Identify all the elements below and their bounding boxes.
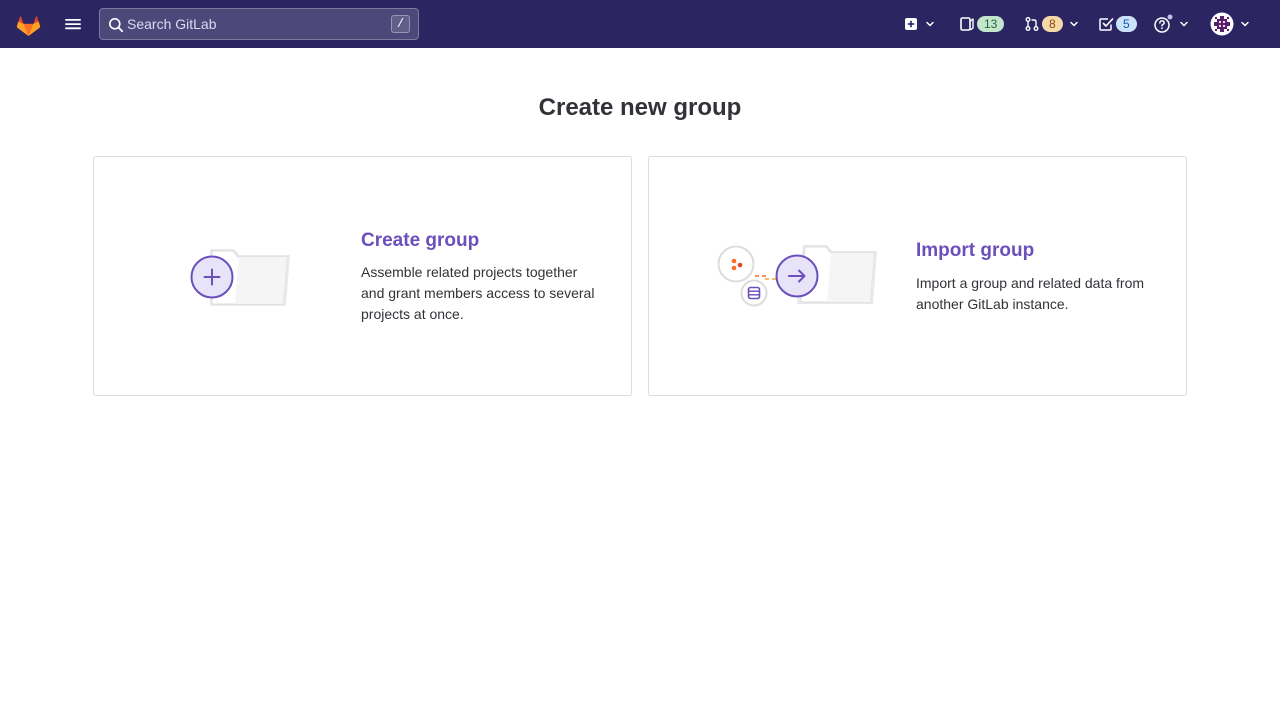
plus-square-icon: [905, 18, 917, 30]
create-group-title[interactable]: Create group: [361, 230, 479, 252]
main-menu-icon[interactable]: [62, 14, 84, 34]
todos-button[interactable]: 5: [1098, 10, 1137, 38]
user-menu-button[interactable]: [1210, 10, 1250, 38]
help-dropdown-button[interactable]: [1153, 10, 1189, 38]
merge-requests-dropdown-button[interactable]: 8: [1024, 10, 1079, 38]
search-icon: [109, 18, 124, 33]
chevron-down-icon: [1069, 21, 1078, 27]
search-shortcut-hint: /: [391, 15, 410, 33]
merge-request-icon: [1025, 17, 1039, 31]
issues-count-badge: 13: [977, 16, 1005, 32]
user-avatar-icon: [1210, 12, 1234, 36]
todos-count-badge: 5: [1116, 16, 1137, 32]
help-icon: [1154, 14, 1173, 33]
todo-checkbox-icon: [1099, 18, 1114, 31]
page-title: Create new group: [538, 94, 742, 121]
chevron-down-icon: [1241, 21, 1249, 27]
new-item-dropdown-button[interactable]: [903, 10, 935, 38]
search-box[interactable]: /: [99, 8, 419, 40]
top-navigation-bar: / 13 8: [0, 0, 1280, 48]
issues-icon: [960, 17, 974, 31]
issues-button[interactable]: 13: [959, 10, 1005, 38]
import-group-card[interactable]: Import group Import a group and related …: [648, 156, 1187, 396]
import-group-illustration-icon: [717, 245, 877, 307]
merge-requests-count-badge: 8: [1042, 16, 1063, 32]
gitlab-logo-icon[interactable]: [15, 11, 42, 37]
import-group-description: Import a group and related data from ano…: [916, 275, 1145, 312]
chevron-down-icon: [1180, 21, 1188, 27]
create-group-card[interactable]: Create group Assemble related projects t…: [93, 156, 632, 396]
import-group-title[interactable]: Import group: [916, 240, 1034, 262]
create-group-illustration-icon: [190, 249, 290, 306]
search-input[interactable]: [127, 9, 387, 39]
create-group-description: Assemble related projects together and g…: [361, 264, 595, 322]
chevron-down-icon: [926, 21, 934, 27]
